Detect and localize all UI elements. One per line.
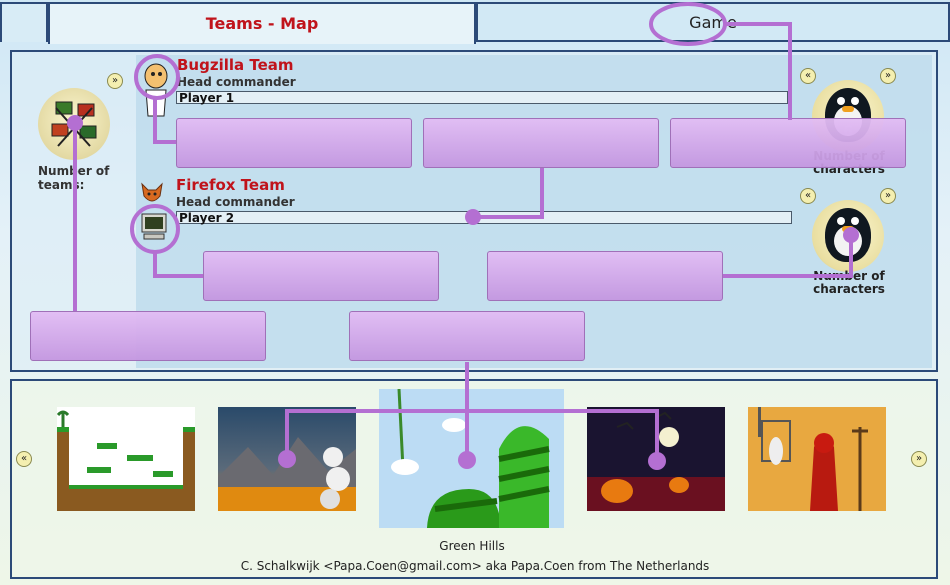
annotation-connectors <box>67 2 859 470</box>
